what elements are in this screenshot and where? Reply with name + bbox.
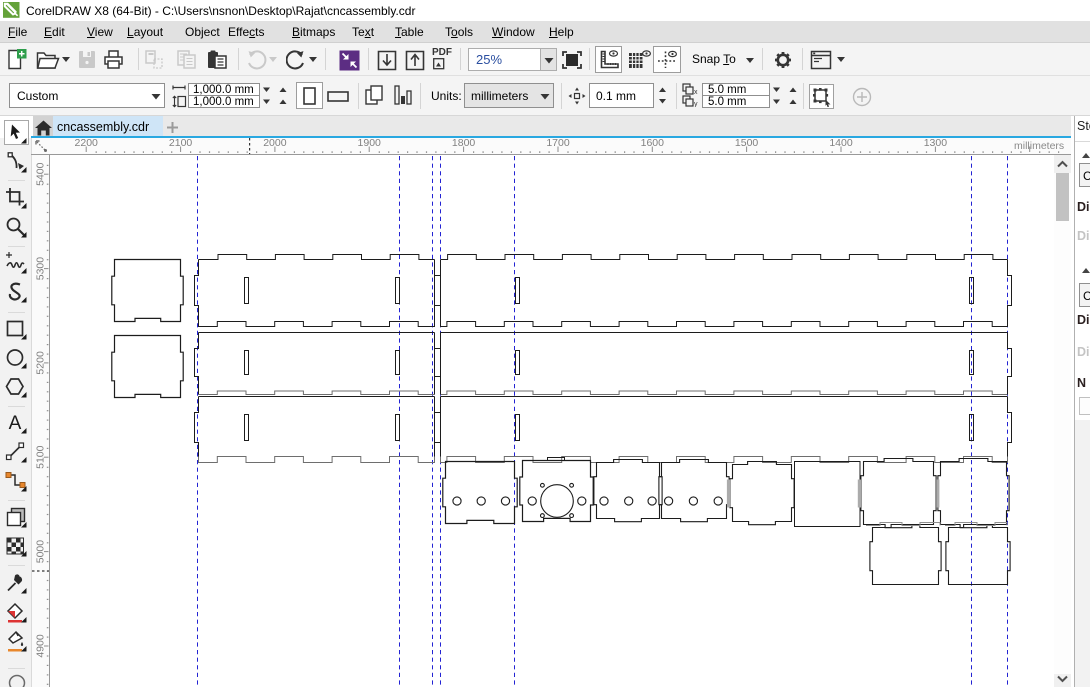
svg-text:A: A <box>9 413 22 434</box>
svg-text:1600: 1600 <box>641 138 665 149</box>
svg-text:1800: 1800 <box>452 138 476 149</box>
svg-text:2100: 2100 <box>169 138 193 149</box>
svg-text:5000: 5000 <box>35 540 47 564</box>
svg-text:2200: 2200 <box>75 138 99 149</box>
svg-text:y: y <box>694 101 698 107</box>
svg-text:1900: 1900 <box>358 138 382 149</box>
svg-text:1500: 1500 <box>735 138 759 149</box>
svg-text:5100: 5100 <box>35 445 47 469</box>
svg-text:1700: 1700 <box>546 138 570 149</box>
svg-text:1300: 1300 <box>924 138 948 149</box>
svg-text:2000: 2000 <box>263 138 287 149</box>
svg-text:5200: 5200 <box>35 351 47 375</box>
svg-text:5300: 5300 <box>35 257 47 281</box>
svg-text:5400: 5400 <box>35 162 47 186</box>
svg-text:4900: 4900 <box>35 634 47 658</box>
svg-text:1400: 1400 <box>829 138 853 149</box>
